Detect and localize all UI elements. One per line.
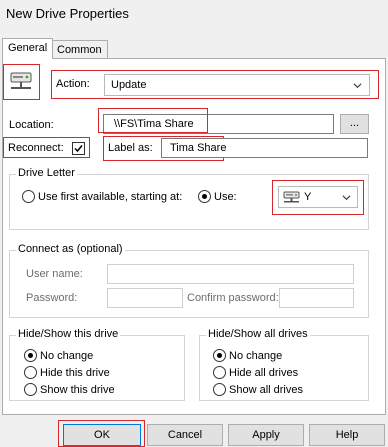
- network-drive-icon: [283, 191, 300, 203]
- password-label: Password:: [26, 292, 78, 304]
- checkmark-icon: [74, 145, 83, 153]
- user-name-input[interactable]: [107, 264, 354, 284]
- password-input[interactable]: [107, 288, 183, 308]
- show-this-drive-radio[interactable]: [24, 383, 37, 396]
- tab-common[interactable]: Common: [51, 40, 108, 59]
- drive-letter-combobox[interactable]: Y: [278, 186, 358, 208]
- ok-button[interactable]: OK: [63, 424, 141, 446]
- use-label: Use:: [214, 190, 237, 203]
- label-as-input[interactable]: Tima Share: [161, 138, 368, 158]
- hide-this-drive-option[interactable]: Hide this drive: [24, 366, 110, 379]
- show-all-drives-label: Show all drives: [229, 383, 303, 396]
- drive-letter-legend: Drive Letter: [16, 167, 77, 179]
- drive-letter-value: Y: [304, 191, 312, 203]
- hide-all-drives-option[interactable]: Hide all drives: [213, 366, 298, 379]
- reconnect-label: Reconnect:: [8, 142, 64, 154]
- hide-show-all-legend: Hide/Show all drives: [206, 328, 310, 340]
- show-this-drive-option[interactable]: Show this drive: [24, 383, 115, 396]
- this-no-change-option[interactable]: No change: [24, 349, 93, 362]
- drive-icon-highlight: [3, 64, 40, 100]
- show-all-drives-option[interactable]: Show all drives: [213, 383, 303, 396]
- location-label: Location:: [9, 119, 54, 131]
- user-name-label: User name:: [26, 268, 83, 280]
- action-value: Update: [111, 79, 147, 91]
- hide-this-drive-label: Hide this drive: [40, 366, 110, 379]
- cancel-button[interactable]: Cancel: [147, 424, 223, 446]
- help-button[interactable]: Help: [309, 424, 385, 446]
- confirm-password-label: Confirm password:: [187, 292, 279, 304]
- hide-this-drive-radio[interactable]: [24, 366, 37, 379]
- connect-as-legend: Connect as (optional): [16, 243, 125, 255]
- browse-button[interactable]: ...: [340, 114, 369, 134]
- label-as-value: Tima Share: [170, 142, 227, 154]
- label-as-label: Label as:: [108, 142, 153, 154]
- all-no-change-option[interactable]: No change: [213, 349, 282, 362]
- this-no-change-label: No change: [40, 349, 94, 362]
- all-no-change-label: No change: [229, 349, 283, 362]
- all-no-change-radio[interactable]: [213, 349, 226, 362]
- confirm-password-input[interactable]: [279, 288, 354, 308]
- show-this-drive-label: Show this drive: [40, 383, 115, 396]
- hide-all-drives-radio[interactable]: [213, 366, 226, 379]
- hide-show-this-legend: Hide/Show this drive: [16, 328, 121, 340]
- tab-general[interactable]: General: [2, 38, 54, 59]
- use-first-available-label: Use first available, starting at:: [38, 190, 183, 203]
- use-first-available-option[interactable]: Use first available, starting at:: [22, 190, 182, 203]
- chevron-down-icon: [353, 83, 362, 89]
- reconnect-checkbox[interactable]: [72, 142, 85, 155]
- show-all-drives-radio[interactable]: [213, 383, 226, 396]
- action-label: Action:: [56, 78, 90, 90]
- window-title: New Drive Properties: [6, 6, 129, 21]
- chevron-down-icon: [342, 195, 351, 201]
- this-no-change-radio[interactable]: [24, 349, 37, 362]
- action-combobox[interactable]: Update: [104, 74, 370, 96]
- use-first-available-radio[interactable]: [22, 190, 35, 203]
- network-drive-icon: [10, 72, 32, 89]
- hide-all-drives-label: Hide all drives: [229, 366, 299, 379]
- location-highlight: [98, 108, 208, 133]
- use-option[interactable]: Use:: [198, 190, 237, 203]
- apply-button[interactable]: Apply: [228, 424, 304, 446]
- use-radio[interactable]: [198, 190, 211, 203]
